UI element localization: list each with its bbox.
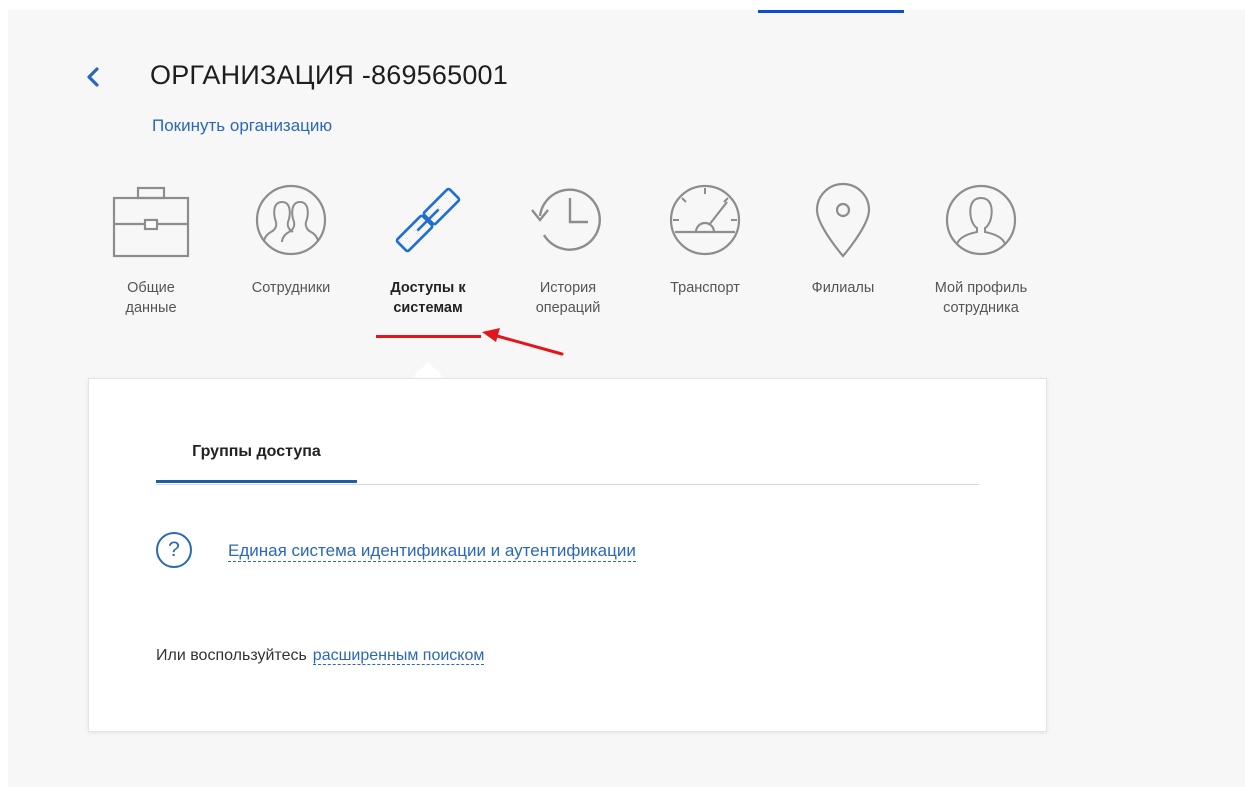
access-panel: Группы доступа ? Единая система идентифи… (88, 378, 1047, 732)
nav-item-employees[interactable]: Сотрудники (233, 180, 349, 298)
search-prefix-text: Или воспользуйтесь (156, 647, 307, 664)
user-profile-icon (945, 184, 1017, 256)
system-link[interactable]: Единая система идентификации и аутентифи… (228, 541, 636, 562)
location-pin-icon (815, 182, 871, 258)
nav-item-system-access[interactable]: Доступы к системам (373, 180, 483, 318)
briefcase-icon (112, 186, 190, 258)
panel-pointer (411, 362, 445, 379)
nav-item-general-data[interactable]: Общие данные (105, 180, 197, 318)
nav-item-transport[interactable]: Транспорт (650, 180, 760, 298)
nav-label: Общие данные (125, 280, 177, 316)
top-active-indicator (758, 10, 904, 13)
nav-item-operation-history[interactable]: История операций (513, 180, 623, 318)
help-icon[interactable]: ? (156, 532, 192, 568)
history-clock-icon (531, 188, 601, 251)
nav-label: Филиалы (811, 280, 875, 296)
nav-label: Доступы к системам (390, 280, 466, 316)
nav-item-my-profile[interactable]: Мой профиль сотрудника (911, 180, 1051, 318)
chevron-left-icon (87, 67, 99, 87)
nav-item-branches[interactable]: Филиалы (788, 180, 898, 298)
back-button[interactable] (82, 62, 106, 92)
users-icon (255, 184, 327, 256)
nav-label: Транспорт (670, 280, 740, 296)
advanced-search-link[interactable]: расширенным поиском (312, 647, 485, 665)
tab-bar: Группы доступа (156, 437, 979, 485)
chain-link-icon (395, 187, 461, 253)
advanced-search-row: Или воспользуйтесь расширенным поиском (156, 647, 485, 665)
speedometer-icon (669, 184, 741, 256)
leave-organization-link[interactable]: Покинуть организацию (152, 116, 332, 136)
page-title: ОРГАНИЗАЦИЯ -869565001 (150, 60, 508, 90)
nav-label: Сотрудники (251, 280, 331, 296)
nav-label: История операций (535, 280, 601, 316)
nav-label: Мой профиль сотрудника (934, 280, 1028, 316)
active-tab-underline (376, 335, 481, 338)
annotation-arrow-icon (482, 328, 564, 356)
section-nav: Общие данные Сотрудники Доступы к системам (105, 180, 1065, 350)
tab-access-groups[interactable]: Группы доступа (156, 437, 357, 483)
